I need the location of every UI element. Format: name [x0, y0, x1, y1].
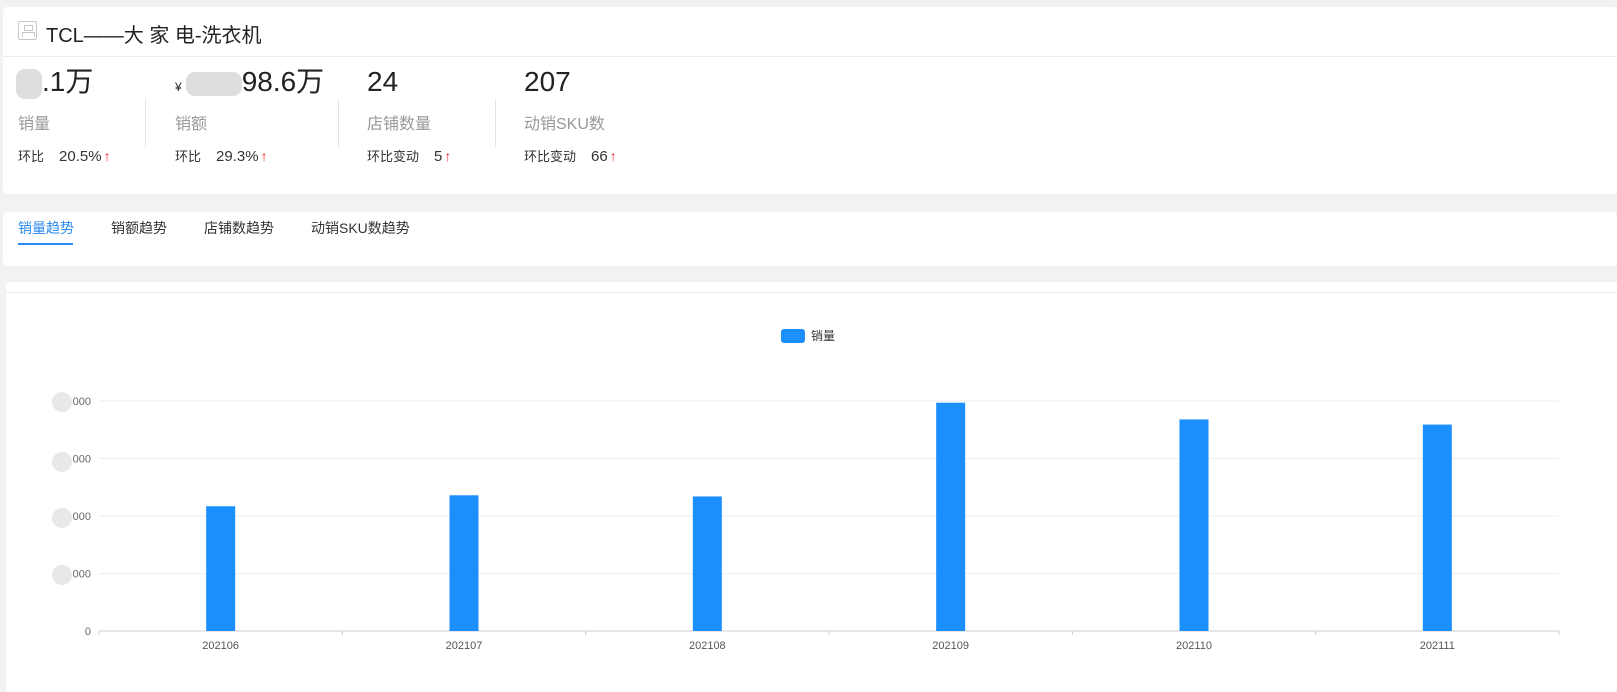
masked-value [16, 68, 42, 99]
bar [936, 402, 966, 631]
bar [692, 496, 722, 631]
metric-change: 环比变动 5 ↑ [367, 148, 452, 165]
bar [1179, 419, 1209, 631]
arrow-up-icon: ↑ [609, 148, 617, 164]
chart-panel: 销量 0 000 000 000 000 202106 202107 202108 202109… [6, 282, 1617, 692]
bar [449, 495, 479, 631]
x-tick-label: 202111 [1420, 640, 1455, 652]
metric-store-count: 24 店铺数量 环比变动 5 ↑ [367, 62, 451, 165]
x-tick-label: 202110 [1176, 640, 1212, 652]
masked-tick [52, 508, 72, 528]
masked-tick [52, 565, 72, 585]
masked-tick [52, 392, 72, 412]
metric-label: 销额 [175, 116, 208, 133]
metric-value: .1万 [16, 62, 111, 102]
title-row: TCL——大 家 电-洗衣机 [3, 7, 1617, 57]
tab-sales-amount-trend[interactable]: 销额趋势 [111, 218, 167, 238]
y-tick-label: 000 [73, 569, 91, 581]
divider [338, 99, 339, 147]
tab-active-sku-trend[interactable]: 动销SKU数趋势 [311, 218, 410, 238]
y-tick-label: 0 [85, 626, 91, 638]
bar [1422, 424, 1452, 631]
metric-label: 店铺数量 [367, 116, 432, 133]
tab-store-count-trend[interactable]: 店铺数趋势 [204, 218, 274, 238]
metric-value: 24 [367, 66, 399, 97]
metric-value: 207 [524, 66, 571, 97]
y-tick-label: 000 [73, 511, 91, 523]
arrow-up-icon: ↑ [103, 148, 111, 164]
x-tick-label: 202108 [689, 640, 726, 652]
x-tick-label: 202106 [202, 640, 239, 652]
trend-tabs: 销量趋势 销额趋势 店铺数趋势 动销SKU数趋势 [3, 212, 1617, 266]
masked-tick [52, 452, 72, 472]
bar [206, 506, 236, 631]
tab-sales-volume-trend[interactable]: 销量趋势 [18, 218, 74, 238]
arrow-up-icon: ↑ [260, 148, 268, 164]
summary-card: TCL——大 家 电-洗衣机 .1万 销量 环比 20.5% ↑ ¥98.6万 销额… [3, 7, 1617, 194]
metric-label: 销量 [18, 116, 51, 133]
metric-sales-amount: ¥98.6万 销额 环比 29.3% ↑ [175, 62, 324, 165]
metric-change: 环比变动 66 ↑ [524, 148, 617, 165]
x-tick-label: 202109 [932, 640, 969, 652]
metric-label: 动销SKU数 [524, 116, 605, 133]
active-tab-indicator [18, 243, 73, 245]
divider [145, 99, 146, 147]
divider [495, 99, 496, 147]
page-title: TCL——大 家 电-洗衣机 [46, 25, 262, 47]
arrow-up-icon: ↑ [444, 148, 452, 164]
x-tick-label: 202107 [446, 640, 483, 652]
metric-value: ¥98.6万 [175, 66, 325, 97]
metric-sales-volume: .1万 销量 环比 20.5% ↑ [16, 62, 111, 165]
y-tick-label: 000 [73, 396, 91, 408]
metric-change: 环比 29.3% ↑ [175, 148, 268, 165]
bar-chart: 0000000000000202106 202107 202108 202109 202… [73, 396, 1560, 652]
metric-active-sku: 207 动销SKU数 环比变动 66 ↑ [524, 62, 617, 165]
metric-change: 环比 20.5% ↑ [18, 148, 111, 165]
masked-value [185, 71, 242, 96]
y-tick-label: 000 [73, 454, 91, 466]
category-icon [18, 21, 37, 40]
